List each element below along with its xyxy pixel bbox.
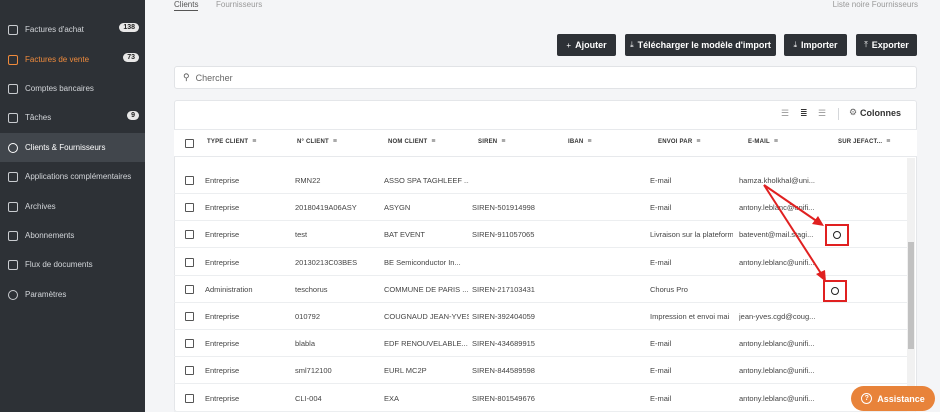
annotation-arrow: [763, 184, 819, 223]
annotation-arrows: [763, 184, 826, 282]
help-icon: ?: [861, 393, 873, 404]
sync-icon: [831, 287, 839, 295]
sync-icon: [833, 231, 841, 239]
annotation-arrowhead: [812, 216, 824, 226]
assistance-button[interactable]: ? Assistance: [851, 386, 935, 411]
annotation-arrow: [763, 184, 823, 276]
assistance-label: Assistance: [877, 393, 925, 404]
highlighted-sync-button[interactable]: [823, 280, 847, 302]
highlighted-sync-button[interactable]: [825, 224, 849, 246]
